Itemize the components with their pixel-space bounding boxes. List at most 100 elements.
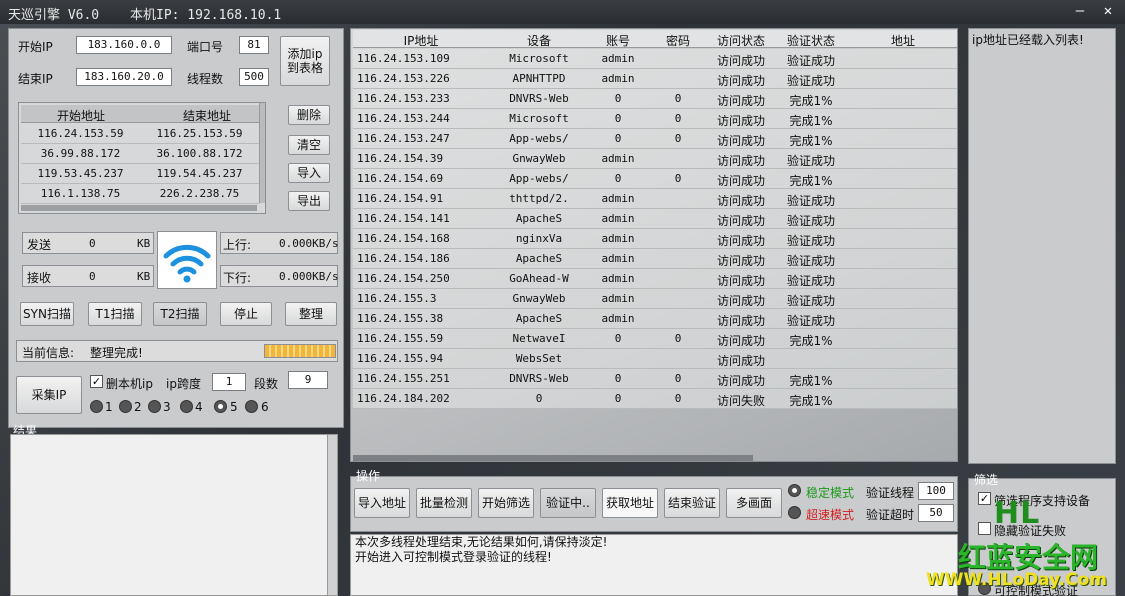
- range-table-header: 开始地址 结束地址: [21, 105, 259, 123]
- log-textarea[interactable]: 本次多线程处理结束,无论结果如何,请保持淡定! 开始进入可控制模式登录验证的线程…: [350, 534, 958, 596]
- table-cell: admin: [601, 292, 635, 305]
- table-row[interactable]: 119.53.45.237 119.54.45.237: [21, 164, 259, 184]
- ip-span-input[interactable]: 1: [212, 373, 246, 391]
- table-row[interactable]: 116.24.153.59 116.25.153.59: [21, 124, 259, 144]
- local-ip-label: 本机IP: 192.168.10.1: [130, 8, 282, 23]
- table-cell: 访问成功: [716, 234, 765, 248]
- result-textarea[interactable]: [10, 434, 338, 596]
- import-address-button[interactable]: 导入地址: [354, 488, 410, 518]
- table-row[interactable]: 116.24.155.38 ApacheS admin 访问成功 验证成功: [353, 309, 957, 329]
- verify-timeout-input[interactable]: 50: [918, 504, 954, 522]
- table-row[interactable]: 116.24.154.91 thttpd/2. admin 访问成功 验证成功: [353, 189, 957, 209]
- table-row[interactable]: 116.24.154.69 App-webs/0 0 访问成功 完成1%: [353, 169, 957, 189]
- minimize-icon[interactable]: –: [1070, 2, 1090, 20]
- table-row[interactable]: 116.24.154.168 nginxVa admin 访问成功 验证成功: [353, 229, 957, 249]
- table-row[interactable]: 116.24.154.250 GoAhead-W admin 访问成功 验证成功: [353, 269, 957, 289]
- delete-local-ip-checkbox[interactable]: ✓: [90, 375, 103, 388]
- t1-scan-button[interactable]: T1扫描: [88, 302, 142, 326]
- table-row[interactable]: 116.24.155.251 DNVRS-Web 0 0 访问成功 完成1%: [353, 369, 957, 389]
- table-cell: 0: [674, 132, 682, 145]
- send-stat: 发送 0 KB: [22, 232, 154, 254]
- end-verify-button[interactable]: 结束验证: [664, 488, 720, 518]
- grid-scrollbar-h[interactable]: [353, 455, 753, 461]
- radio-option-6[interactable]: [245, 400, 258, 413]
- table-cell: 116.24.153.244: [357, 112, 450, 125]
- delete-local-ip-label: 删本机ip: [106, 377, 153, 391]
- left-panel: [8, 28, 344, 428]
- table-cell: 访问成功: [716, 134, 765, 148]
- t2-scan-button[interactable]: T2扫描: [153, 302, 207, 326]
- export-button[interactable]: 导出: [288, 191, 330, 211]
- table-cell: WebsSet: [515, 352, 563, 365]
- table-row[interactable]: 116.24.184.202 0 0 0 访问失败 完成1%: [353, 389, 957, 409]
- table-cell: 验证成功: [786, 54, 835, 68]
- radio-option-3[interactable]: [148, 400, 161, 413]
- close-icon[interactable]: ✕: [1098, 2, 1118, 20]
- import-button[interactable]: 导入: [288, 163, 330, 183]
- get-address-button[interactable]: 获取地址: [602, 488, 658, 518]
- table-cell: 验证成功: [786, 154, 835, 168]
- radio-option-4[interactable]: [180, 400, 193, 413]
- radio-option-2[interactable]: [119, 400, 132, 413]
- verify-threads-input[interactable]: 100: [918, 482, 954, 500]
- watermark-url: WWW.HLoDay.Com: [926, 570, 1107, 590]
- table-row[interactable]: 116.24.153.244 Microsoft 0 0 访问成功 完成1%: [353, 109, 957, 129]
- ip-span-label: ip跨度: [166, 377, 201, 391]
- start-ip-input[interactable]: 183.160.0.0: [76, 36, 172, 54]
- range-table-scrollbar-v[interactable]: [259, 103, 265, 203]
- start-filter-button[interactable]: 开始筛选: [478, 488, 534, 518]
- hide-failed-checkbox[interactable]: [978, 522, 991, 535]
- wifi-icon: [157, 231, 217, 289]
- table-row[interactable]: 36.99.88.172 36.100.88.172: [21, 144, 259, 164]
- end-ip-input[interactable]: 183.160.20.0: [76, 68, 172, 86]
- table-cell: 0: [674, 372, 682, 385]
- segments-input[interactable]: 9: [288, 371, 328, 389]
- table-cell: 116.24.153.233: [357, 92, 450, 105]
- table-cell: 116.24.155.3: [357, 292, 437, 305]
- syn-scan-button[interactable]: SYN扫描: [20, 302, 74, 326]
- delete-button[interactable]: 删除: [288, 105, 330, 125]
- table-cell: admin: [601, 52, 635, 65]
- tidy-button[interactable]: 整理: [285, 302, 337, 326]
- table-cell: admin: [601, 192, 635, 205]
- table-cell: 访问成功: [716, 374, 765, 388]
- result-scrollbar[interactable]: [327, 435, 337, 595]
- verifying-button[interactable]: 验证中..: [540, 488, 596, 518]
- add-ip-to-table-button[interactable]: 添加ip 到表格: [280, 36, 330, 86]
- table-cell: 116.24.153.226: [357, 72, 450, 85]
- stop-button[interactable]: 停止: [220, 302, 272, 326]
- segments-label: 段数: [254, 377, 279, 391]
- table-cell: 116.24.155.94: [357, 352, 444, 365]
- port-input[interactable]: 81: [239, 36, 269, 54]
- table-row[interactable]: 116.24.153.247 App-webs/0 0 访问成功 完成1%: [353, 129, 957, 149]
- table-cell: ApacheS: [515, 252, 563, 265]
- threads-input[interactable]: 500: [239, 68, 269, 86]
- collect-ip-button[interactable]: 采集IP: [16, 376, 82, 414]
- fast-mode-radio[interactable]: [788, 506, 801, 519]
- stable-mode-radio[interactable]: [788, 484, 801, 497]
- clear-button[interactable]: 清空: [288, 135, 330, 155]
- table-cell: 0: [614, 392, 622, 405]
- table-row[interactable]: 116.24.154.141 ApacheS admin 访问成功 验证成功: [353, 209, 957, 229]
- right-message: ip地址已经载入列表!: [972, 33, 1084, 47]
- multi-screen-button[interactable]: 多画面: [726, 488, 782, 518]
- radio-option-5[interactable]: [214, 400, 227, 413]
- radio-option-1[interactable]: [90, 400, 103, 413]
- table-row[interactable]: 116.24.153.233 DNVRS-Web 0 0 访问成功 完成1%: [353, 89, 957, 109]
- table-cell: 0: [614, 132, 622, 145]
- fast-mode-label: 超速模式: [806, 508, 855, 522]
- table-row[interactable]: 116.24.155.94 WebsSet 访问成功: [353, 349, 957, 369]
- range-table-scrollbar-h[interactable]: [21, 205, 257, 211]
- support-device-checkbox[interactable]: ✓: [978, 492, 991, 505]
- table-row[interactable]: 116.24.155.3 GnwayWeb admin 访问成功 验证成功: [353, 289, 957, 309]
- title-bar: 天巡引擎 V6.0 本机IP: 192.168.10.1 – ✕: [0, 0, 1125, 24]
- table-cell: ApacheS: [515, 212, 563, 225]
- table-row[interactable]: 116.24.153.109 Microsoft admin 访问成功 验证成功: [353, 49, 957, 69]
- batch-check-button[interactable]: 批量检测: [416, 488, 472, 518]
- table-cell: 116.24.155.251: [357, 372, 450, 385]
- table-row[interactable]: 116.24.155.59 NetwaveI 0 0 访问成功 完成1%: [353, 329, 957, 349]
- table-row[interactable]: 116.1.138.75 226.2.238.75: [21, 184, 259, 204]
- table-row[interactable]: 116.24.154.39 GnwayWeb admin 访问成功 验证成功: [353, 149, 957, 169]
- table-row[interactable]: 116.24.153.226 APNHTTPD admin 访问成功 验证成功: [353, 69, 957, 89]
- table-row[interactable]: 116.24.154.186 ApacheS admin 访问成功 验证成功: [353, 249, 957, 269]
